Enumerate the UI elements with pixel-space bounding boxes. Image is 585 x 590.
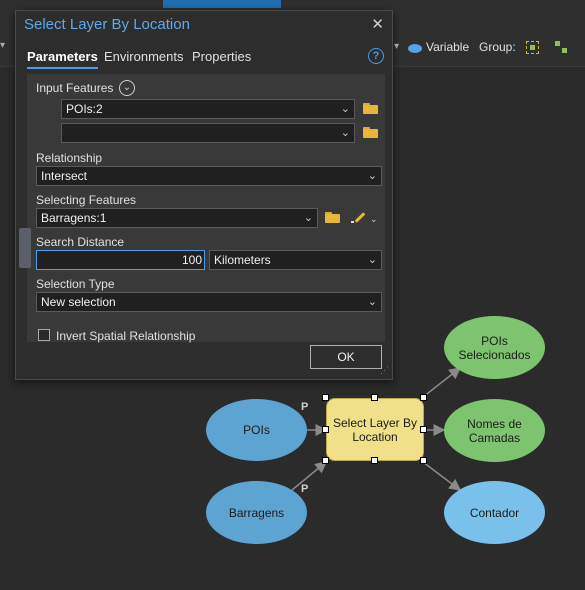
chevron-down-icon[interactable]: ⌄ [370, 214, 378, 225]
search-distance-label: Search Distance [36, 235, 125, 249]
invert-checkbox[interactable] [38, 329, 50, 341]
selection-type-select[interactable]: New selection ⌄ [36, 292, 382, 312]
resize-grip-icon[interactable]: ⋰ [380, 365, 389, 376]
model-node-contador[interactable]: Contador [444, 481, 545, 544]
model-node-pois[interactable]: POIs [206, 399, 307, 461]
close-icon[interactable]: ✕ [371, 15, 384, 33]
selecting-features-label: Selecting Features [36, 193, 137, 207]
resize-handle[interactable] [322, 457, 329, 464]
scrollbar-thumb[interactable] [19, 228, 31, 268]
model-node-pois-selecionados[interactable]: POIs Selecionados [444, 316, 545, 379]
connector-tool-pois-selecionados [422, 367, 462, 398]
chevron-down-icon[interactable]: ⌄ [368, 293, 377, 311]
selecting-features-select[interactable]: Barragens:1 ⌄ [36, 208, 318, 228]
input-features-value: POIs:2 [66, 102, 103, 116]
precondition-label: P [301, 483, 309, 495]
tab-parameters[interactable]: Parameters [27, 49, 98, 69]
resize-handle[interactable] [371, 394, 378, 401]
distance-unit-select[interactable]: Kilometers ⌄ [209, 250, 382, 270]
selection-type-value: New selection [41, 295, 116, 309]
tab-environments[interactable]: Environments [104, 49, 183, 64]
resize-handle[interactable] [322, 394, 329, 401]
help-icon[interactable]: ? [368, 48, 384, 64]
pencil-icon[interactable] [351, 211, 367, 223]
model-node-nomes-camadas[interactable]: Nomes de Camadas [444, 399, 545, 462]
precondition-label: P [301, 401, 309, 413]
resize-handle[interactable] [371, 457, 378, 464]
select-layer-dialog: Select Layer By Location ✕ Parameters En… [15, 10, 393, 380]
connector-tool-contador [422, 461, 462, 491]
dialog-title: Select Layer By Location [24, 16, 190, 33]
connector-barragens-tool [291, 461, 328, 491]
relationship-select[interactable]: Intersect ⌄ [36, 166, 382, 186]
model-node-tool[interactable]: Select Layer By Location [326, 398, 424, 461]
relationship-value: Intersect [41, 169, 88, 183]
input-features-label: Input Features [36, 81, 114, 95]
chevron-down-icon[interactable]: ⌄ [368, 167, 377, 185]
resize-handle[interactable] [420, 457, 427, 464]
model-node-barragens[interactable]: Barragens [206, 481, 307, 544]
chevron-down-icon[interactable]: ⌄ [368, 251, 377, 269]
input-features-field-1[interactable]: POIs:2 ⌄ [61, 99, 355, 119]
chevron-down-icon[interactable]: ⌄ [341, 124, 350, 142]
resize-handle[interactable] [420, 426, 427, 433]
tab-properties[interactable]: Properties [192, 49, 251, 64]
chevron-down-icon[interactable]: ⌄ [304, 209, 313, 227]
invert-label: Invert Spatial Relationship [56, 329, 196, 343]
selection-type-label: Selection Type [36, 277, 115, 291]
folder-icon[interactable] [363, 103, 378, 114]
chevron-down-icon[interactable]: ⌄ [341, 100, 350, 118]
expand-icon[interactable]: ⌄ [119, 80, 135, 96]
folder-icon[interactable] [325, 212, 340, 223]
resize-handle[interactable] [420, 394, 427, 401]
parameters-panel: Input Features ⌄ POIs:2 ⌄ ⌄ Relationship… [27, 74, 385, 343]
resize-handle[interactable] [322, 426, 329, 433]
selecting-features-value: Barragens:1 [41, 211, 107, 225]
input-features-field-2[interactable]: ⌄ [61, 123, 355, 143]
relationship-label: Relationship [36, 151, 103, 165]
search-distance-input[interactable]: 100 [36, 250, 205, 270]
distance-unit-value: Kilometers [214, 253, 271, 267]
folder-icon[interactable] [363, 127, 378, 138]
ok-button[interactable]: OK [310, 345, 382, 369]
